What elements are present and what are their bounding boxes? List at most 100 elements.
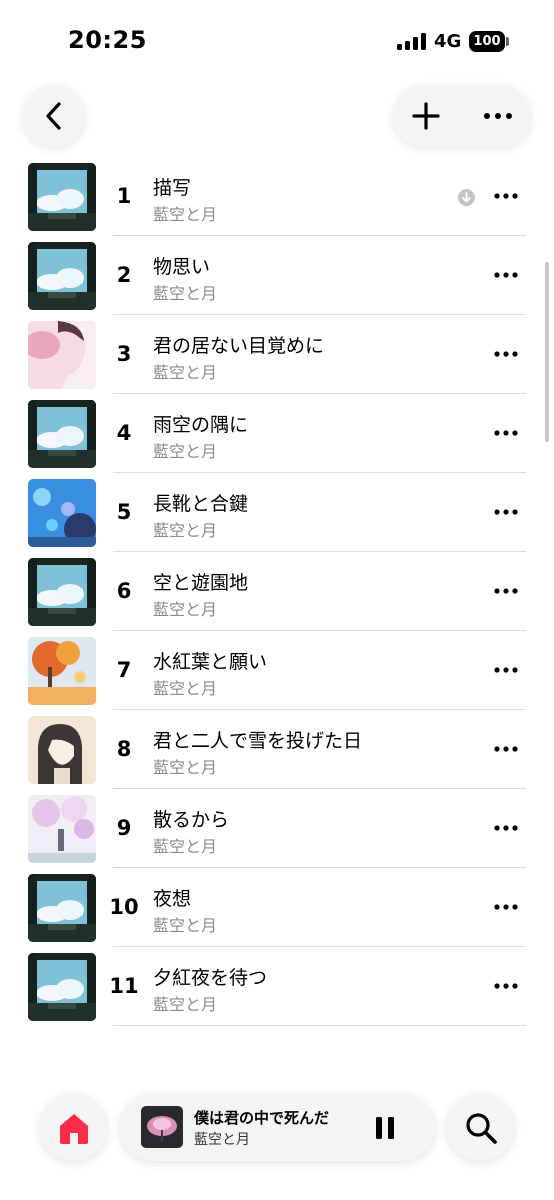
track-more-button[interactable]: [488, 813, 524, 843]
track-artist: 藍空と月: [153, 758, 218, 777]
track-more-button[interactable]: [488, 260, 524, 290]
track-artwork: [28, 558, 96, 626]
status-bar: 20:25 4G 100: [0, 0, 554, 84]
track-title: 夜想: [153, 888, 192, 910]
chevron-left-icon: [46, 102, 61, 130]
track-row[interactable]: 11 夕紅夜を待つ 藍空と月: [0, 947, 554, 1026]
track-number: 3: [116, 342, 132, 366]
track-artwork: [28, 637, 96, 705]
track-artist: 藍空と月: [153, 679, 218, 698]
ellipsis-icon: [494, 904, 518, 910]
track-row[interactable]: 3 君の居ない目覚めに 藍空と月: [0, 315, 554, 394]
track-number: 10: [109, 895, 139, 919]
track-row[interactable]: 6 空と遊園地藍空と月: [0, 552, 554, 631]
track-title: 君と二人で雪を投げた日: [153, 730, 363, 752]
track-row[interactable]: 8 君と二人で雪を投げた日 藍空と月: [0, 710, 554, 789]
downloaded-icon: [458, 189, 475, 206]
track-title: 散るから: [153, 809, 230, 831]
track-artwork: [28, 874, 96, 942]
track-title: 君の居ない目覚めに: [153, 335, 325, 357]
add-button[interactable]: [393, 85, 459, 147]
track-number: 7: [116, 658, 132, 682]
more-options-button[interactable]: [465, 85, 531, 147]
track-more-button[interactable]: [488, 971, 524, 1001]
track-artist: 藍空と月: [153, 284, 218, 303]
track-more-button[interactable]: [488, 497, 524, 527]
mini-player[interactable]: 僕は君の中で死んだ 藍空と月: [120, 1094, 435, 1161]
track-artwork: [28, 795, 96, 863]
track-number: 8: [116, 737, 132, 761]
now-playing-title: 僕は君の中で死んだ: [194, 1109, 330, 1127]
track-title: 夕紅夜を待つ: [153, 967, 268, 989]
ellipsis-icon: [494, 825, 518, 831]
ellipsis-icon: [484, 113, 512, 119]
track-more-button[interactable]: [488, 418, 524, 448]
cellular-signal-icon: [397, 33, 427, 50]
track-more-button[interactable]: [488, 339, 524, 369]
track-more-button[interactable]: [488, 734, 524, 764]
ellipsis-icon: [494, 509, 518, 515]
track-number: 11: [109, 974, 139, 998]
track-number: 4: [116, 421, 132, 445]
track-row[interactable]: 7 水紅葉と願い 藍空と月: [0, 631, 554, 710]
track-artist: 藍空と月: [153, 837, 218, 856]
ellipsis-icon: [494, 983, 518, 989]
track-more-button[interactable]: [488, 655, 524, 685]
track-artist: 藍空と月: [153, 205, 218, 224]
track-artwork: [28, 953, 96, 1021]
search-button[interactable]: [447, 1094, 514, 1161]
track-more-button[interactable]: [488, 892, 524, 922]
pause-icon: [376, 1117, 394, 1139]
ellipsis-icon: [494, 667, 518, 673]
track-number: 5: [116, 500, 132, 524]
row-divider: [113, 1025, 526, 1026]
ellipsis-icon: [494, 272, 518, 278]
ellipsis-icon: [494, 193, 518, 199]
track-number: 9: [116, 816, 132, 840]
track-title: 雨空の隅に: [153, 414, 249, 436]
track-more-button[interactable]: [488, 576, 524, 606]
track-artwork: [28, 479, 96, 547]
action-pill: [393, 85, 531, 147]
ellipsis-icon: [494, 430, 518, 436]
scroll-indicator[interactable]: [545, 262, 549, 442]
track-row[interactable]: 10 夜想藍空と月: [0, 868, 554, 947]
track-artwork: [28, 716, 96, 784]
track-more-button[interactable]: [488, 181, 524, 211]
track-number: 1: [116, 184, 132, 208]
track-row[interactable]: 5 長靴と合鍵藍空と月: [0, 473, 554, 552]
track-row[interactable]: 9 散るから藍空と月: [0, 789, 554, 868]
ellipsis-icon: [494, 588, 518, 594]
home-icon: [59, 1113, 88, 1144]
battery-icon: 100: [469, 31, 505, 52]
track-artwork: [28, 400, 96, 468]
track-row[interactable]: 2 物思い藍空と月: [0, 236, 554, 315]
track-number: 6: [116, 579, 132, 603]
track-row[interactable]: 4 雨空の隅に藍空と月: [0, 394, 554, 473]
plus-icon: [412, 102, 440, 130]
battery-tip: [506, 37, 509, 46]
back-button[interactable]: [23, 85, 85, 147]
ellipsis-icon: [494, 351, 518, 357]
track-row[interactable]: 1 描写 藍空と月: [0, 157, 554, 236]
pause-button[interactable]: [368, 1112, 402, 1144]
track-number: 2: [116, 263, 132, 287]
track-artist: 藍空と月: [153, 363, 218, 382]
track-artist: 藍空と月: [153, 600, 218, 619]
now-playing-artist: 藍空と月: [194, 1132, 250, 1148]
track-title: 水紅葉と願い: [153, 651, 268, 673]
track-title: 長靴と合鍵: [153, 493, 249, 515]
network-type: 4G: [434, 31, 462, 52]
status-time: 20:25: [68, 26, 147, 54]
track-artist: 藍空と月: [153, 442, 218, 461]
track-artwork: [28, 163, 96, 231]
track-artwork: [28, 242, 96, 310]
track-title: 空と遊園地: [153, 572, 249, 594]
home-button[interactable]: [40, 1094, 107, 1161]
track-artist: 藍空と月: [153, 521, 218, 540]
track-title: 物思い: [153, 256, 211, 278]
search-icon: [465, 1112, 497, 1144]
track-artwork: [28, 321, 96, 389]
track-artist: 藍空と月: [153, 916, 218, 935]
now-playing-artwork: [141, 1106, 183, 1148]
